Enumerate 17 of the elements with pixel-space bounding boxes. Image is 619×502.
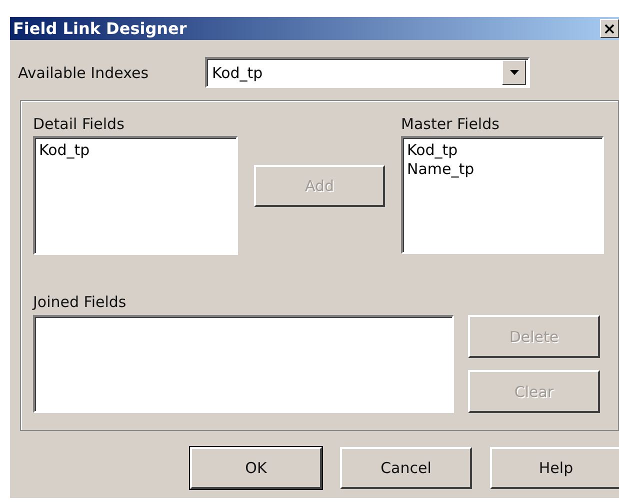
master-fields-label: Master Fields [401, 115, 500, 133]
list-item[interactable]: Name_tp [407, 160, 598, 179]
indexes-dropdown[interactable]: Kod_tp [205, 57, 530, 88]
close-button[interactable]: × [600, 19, 619, 38]
dialog-button[interactable]: OK [190, 447, 322, 489]
list-item[interactable]: Kod_tp [39, 141, 232, 160]
dialog-button[interactable]: Cancel [340, 447, 472, 489]
window-title: Field Link Designer [12, 19, 187, 38]
dropdown-arrow-icon [510, 70, 518, 75]
detail-fields-list[interactable]: Kod_tp [33, 136, 238, 255]
dialog-button[interactable]: Help [490, 447, 619, 489]
list-item[interactable]: Kod_tp [407, 141, 598, 160]
joined-fields-label: Joined Fields [33, 293, 128, 311]
indexes-label: Available Indexes [18, 64, 150, 82]
joined-fields-list[interactable] [33, 315, 454, 413]
detail-fields-label: Detail Fields [33, 115, 126, 133]
master-fields-list[interactable]: Kod_tp Name_tp [401, 136, 604, 254]
